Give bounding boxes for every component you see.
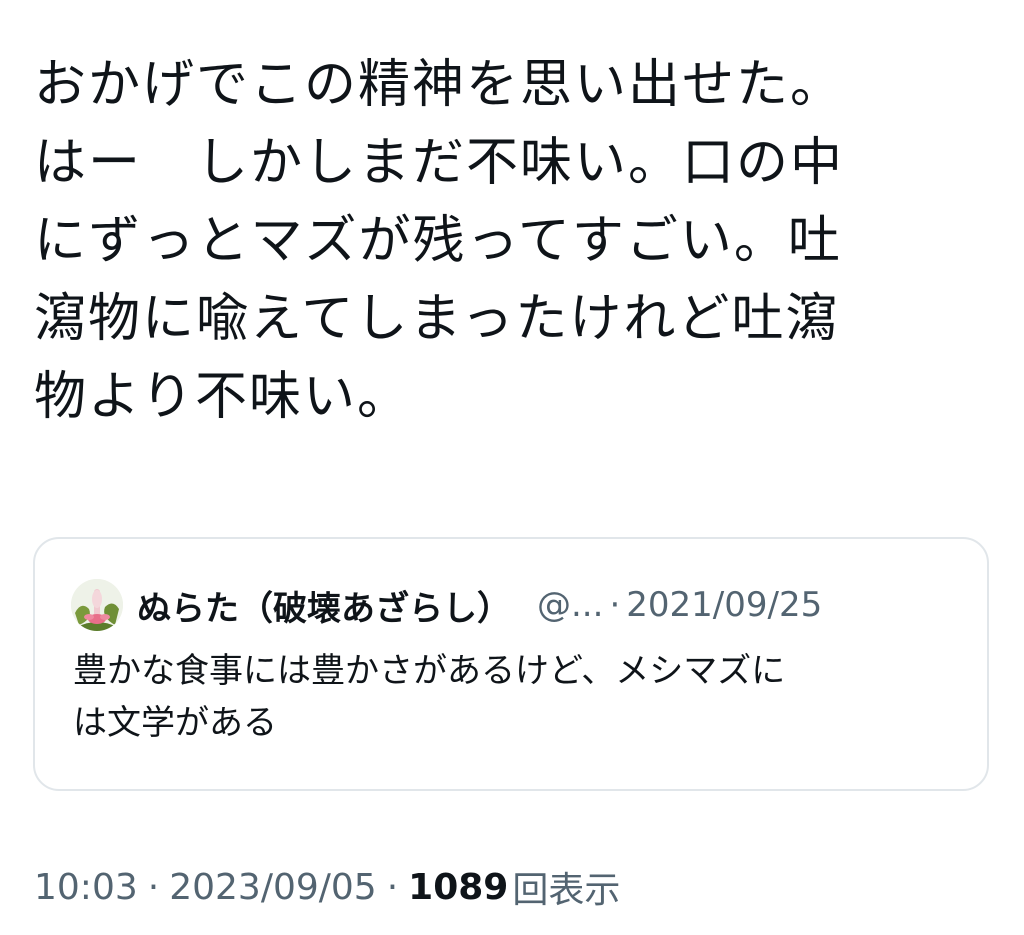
meta-separator: ·	[147, 866, 160, 908]
quoted-author-name[interactable]: ぬらた（破壊あざらし）	[137, 581, 511, 630]
tweet-metadata: 10:03 · 2023/09/05 · 1089 回表示	[34, 862, 620, 912]
tweet-text: おかげでこの精神を思い出せた。 はー しかしまだ不味い。口の中 にずっとマズが残…	[34, 46, 934, 436]
quoted-text-line: は文学がある	[73, 703, 277, 743]
quoted-tweet-text: 豊かな食事には豊かさがあるけど、メシマズに は文学がある	[73, 645, 963, 749]
tweet-text-line: にずっとマズが残ってすごい。吐	[34, 211, 842, 271]
quoted-tweet-header: ぬらた（破壊あざらし） @... · 2021/09/25	[71, 577, 822, 633]
quoted-text-line: 豊かな食事には豊かさがあるけど、メシマズに	[73, 651, 786, 691]
quoted-tweet-card[interactable]: ぬらた（破壊あざらし） @... · 2021/09/25 豊かな食事には豊かさ…	[33, 537, 989, 791]
tweet-text-line: はー しかしまだ不味い。口の中	[34, 133, 845, 193]
quoted-author-handle[interactable]: @...	[537, 585, 603, 625]
header-separator: ·	[609, 585, 621, 625]
flower-avatar-icon	[71, 579, 123, 631]
meta-separator: ·	[386, 866, 399, 908]
tweet-text-line: 物より不味い。	[34, 367, 411, 427]
tweet-text-line: おかげでこの精神を思い出せた。	[34, 55, 845, 115]
views-count[interactable]: 1089	[408, 867, 508, 908]
tweet-text-line: 瀉物に喩えてしまったけれど吐瀉	[34, 289, 840, 349]
views-label: 回表示	[512, 870, 621, 911]
tweet-time[interactable]: 10:03	[34, 867, 138, 908]
quoted-tweet-date[interactable]: 2021/09/25	[626, 585, 822, 625]
avatar[interactable]	[71, 579, 123, 631]
tweet-date[interactable]: 2023/09/05	[169, 867, 377, 908]
